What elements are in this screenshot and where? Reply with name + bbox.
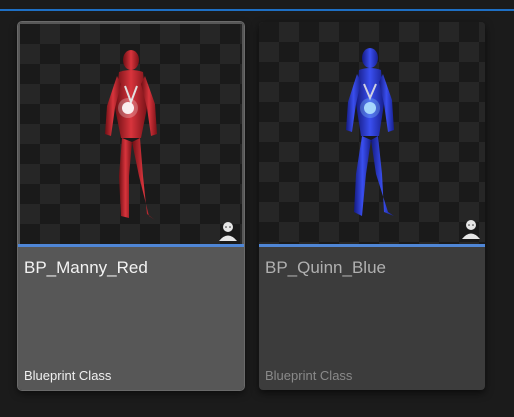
asset-tile-bp-manny-red[interactable]: BP_Manny_Red Blueprint Class [17, 21, 245, 391]
asset-thumbnail [259, 22, 485, 244]
asset-type-color-bar [18, 244, 244, 247]
asset-type-label: Blueprint Class [265, 368, 353, 383]
asset-tile-bp-quinn-blue[interactable]: BP_Quinn_Blue Blueprint Class [259, 22, 485, 390]
asset-name: BP_Quinn_Blue [265, 258, 386, 277]
manny-character-render [105, 50, 157, 220]
quinn-character-render [346, 48, 394, 216]
asset-name: BP_Manny_Red [24, 258, 148, 277]
asset-thumbnail [20, 24, 242, 244]
asset-type-label: Blueprint Class [24, 368, 112, 383]
asset-type-color-bar [259, 244, 485, 247]
person-icon [462, 220, 480, 239]
header-accent-line [0, 9, 514, 11]
person-icon [219, 222, 237, 241]
